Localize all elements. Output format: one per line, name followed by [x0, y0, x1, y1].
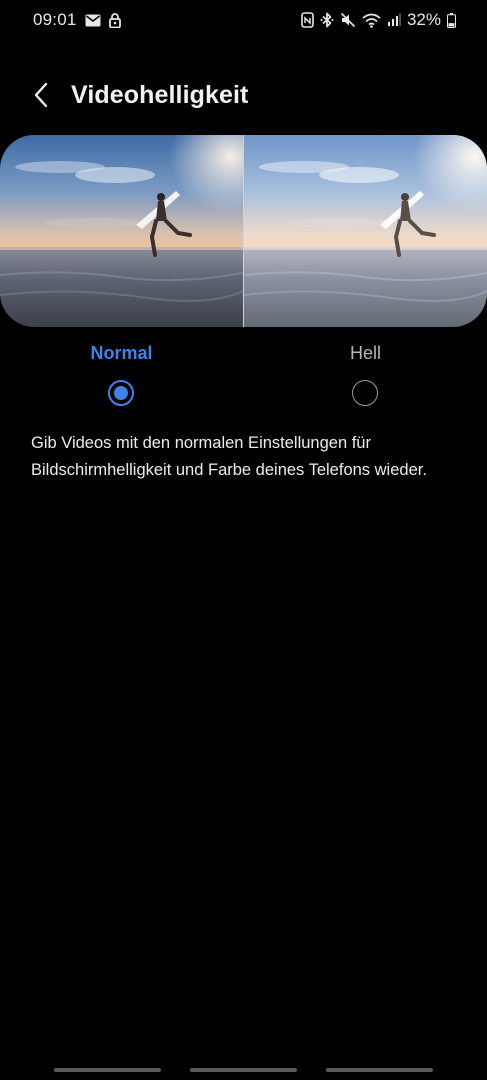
option-description: Gib Videos mit den normalen Einstellunge… — [31, 434, 427, 479]
radio-bright[interactable] — [352, 380, 378, 406]
bluetooth-icon — [320, 12, 334, 28]
lock-icon — [108, 12, 121, 28]
nav-home-handle[interactable] — [190, 1068, 297, 1072]
header: Videohelligkeit — [0, 76, 487, 118]
option-normal[interactable]: Normal — [0, 340, 243, 406]
page-title: Videohelligkeit — [71, 81, 249, 109]
option-bright-label: Hell — [349, 343, 381, 363]
radio-dot — [114, 386, 128, 400]
status-bar-right: 32% — [301, 10, 456, 30]
preview-normal-image — [0, 135, 244, 327]
option-bright[interactable]: Hell — [244, 340, 487, 406]
nfc-icon — [301, 12, 314, 28]
signal-icon — [387, 13, 401, 27]
mail-icon — [85, 14, 101, 27]
back-chevron-icon — [33, 82, 49, 113]
status-bar: 09:01 32% — [0, 0, 487, 40]
back-button[interactable] — [26, 80, 56, 114]
mute-icon — [340, 12, 356, 28]
wifi-icon — [362, 13, 381, 28]
status-bar-left: 09:01 — [33, 10, 121, 30]
battery-icon — [447, 12, 456, 28]
status-time: 09:01 — [33, 10, 77, 29]
nav-back-handle[interactable] — [326, 1068, 433, 1072]
battery-percentage: 32% — [406, 10, 441, 29]
radio-normal-selected[interactable] — [108, 380, 134, 406]
nav-recents-handle[interactable] — [54, 1068, 161, 1072]
option-normal-label: Normal — [90, 343, 153, 363]
video-brightness-preview — [0, 135, 487, 327]
preview-bright-image — [243, 135, 487, 327]
